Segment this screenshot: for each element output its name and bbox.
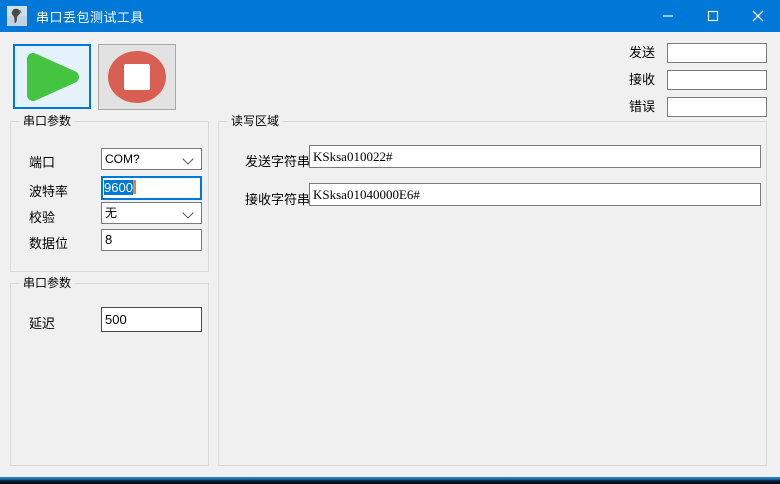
receive-count-field[interactable] [667, 70, 767, 90]
serial-params-groupbox: 串口参数 端口 COM? 波特率 9600 校验 无 数据位 8 [10, 114, 209, 272]
window-controls [645, 0, 780, 32]
app-window: 串口丢包测试工具 发送 接收 错误 串口参数 端口 COM? 波特率 9600 … [0, 0, 780, 484]
delay-params-groupbox: 串口参数 延迟 500 [10, 276, 209, 466]
receive-string-label: 接收字符串 [245, 192, 311, 207]
play-icon [27, 52, 79, 101]
receive-string-input[interactable]: KSksa01040000E6# [309, 183, 761, 206]
title-bar: 串口丢包测试工具 [0, 0, 780, 32]
stop-button[interactable] [98, 44, 176, 110]
databits-input[interactable]: 8 [101, 229, 202, 251]
window-bottom-border [0, 477, 780, 484]
minimize-icon [662, 15, 673, 17]
baud-value-selected: 9600 [104, 180, 133, 195]
delay-params-title: 串口参数 [19, 276, 76, 291]
rw-area-title: 读写区域 [227, 114, 284, 129]
maximize-button[interactable] [690, 0, 735, 32]
maximize-icon [707, 10, 718, 22]
serial-params-title: 串口参数 [19, 114, 76, 129]
send-count-field[interactable] [667, 43, 767, 63]
error-count-field[interactable] [667, 97, 767, 117]
start-button[interactable] [13, 44, 91, 109]
parity-combobox[interactable]: 无 [101, 202, 202, 224]
stop-icon [108, 51, 166, 103]
chevron-down-icon [182, 207, 194, 219]
delay-label: 延迟 [29, 316, 56, 331]
send-string-label: 发送字符串 [245, 154, 311, 169]
error-count-label: 错误 [628, 99, 655, 114]
parity-label: 校验 [29, 210, 56, 225]
text-caret [132, 180, 136, 194]
port-combobox[interactable]: COM? [101, 148, 202, 170]
parity-value: 无 [105, 206, 118, 220]
close-icon [752, 10, 763, 22]
window-title: 串口丢包测试工具 [36, 9, 145, 25]
delay-input[interactable]: 500 [101, 307, 202, 332]
port-label: 端口 [29, 155, 56, 170]
send-string-input[interactable]: KSksa010022# [309, 145, 761, 168]
close-button[interactable] [735, 0, 780, 32]
rw-area-groupbox: 读写区域 发送字符串 KSksa010022# 接收字符串 KSksa01040… [218, 114, 767, 466]
databits-label: 数据位 [29, 236, 69, 251]
port-value: COM? [105, 152, 140, 166]
send-count-label: 发送 [628, 45, 655, 60]
chevron-down-icon [182, 153, 194, 165]
app-icon [7, 6, 27, 26]
receive-count-label: 接收 [628, 72, 655, 87]
baud-input[interactable]: 9600 [101, 176, 202, 200]
minimize-button[interactable] [645, 0, 690, 32]
baud-label: 波特率 [29, 184, 69, 199]
